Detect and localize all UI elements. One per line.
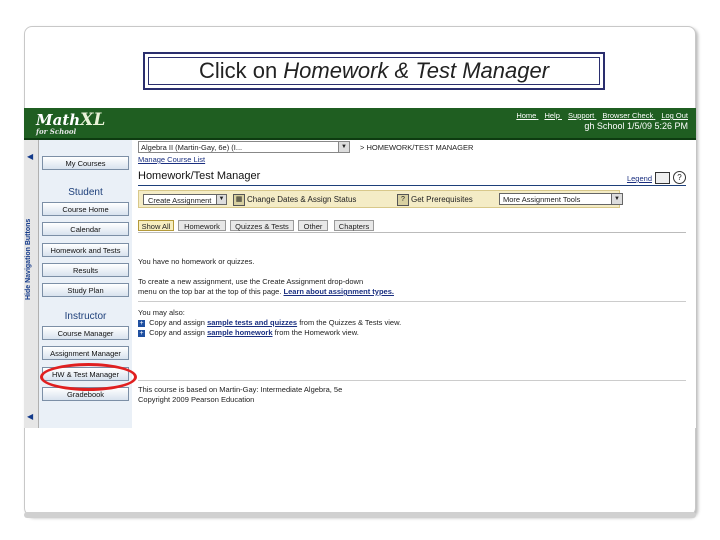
chevron-down-icon[interactable]: ▼ bbox=[216, 195, 226, 204]
footer-divider bbox=[138, 380, 686, 381]
option2-prefix: Copy and assign bbox=[149, 328, 205, 337]
chevron-down-icon[interactable]: ▼ bbox=[611, 194, 622, 204]
top-link-support[interactable]: Support bbox=[568, 111, 594, 120]
tab-quizzes-tests[interactable]: Quizzes & Tests bbox=[230, 220, 294, 231]
mathxl-logo: MathXL for School bbox=[36, 110, 105, 136]
option-sample-homework: + Copy and assign sample homework from t… bbox=[138, 328, 359, 337]
tab-show-all[interactable]: Show All bbox=[138, 220, 174, 231]
create-assignment-label: Create Assignment bbox=[148, 196, 212, 205]
nav-homework-and-tests[interactable]: Homework and Tests bbox=[42, 243, 129, 257]
create-instructions-text: menu on the top bar at the top of this p… bbox=[138, 287, 282, 296]
hide-nav-label[interactable]: Hide Navigation Buttons bbox=[25, 219, 32, 300]
collapse-arrow-bottom-icon[interactable]: ◀ bbox=[27, 412, 33, 421]
top-link-help[interactable]: Help bbox=[544, 111, 559, 120]
course-select[interactable]: Algebra II (Martin-Gay, 6e) (I... ▼ bbox=[138, 141, 350, 153]
legend-link[interactable]: Legend bbox=[627, 174, 652, 183]
tab-divider bbox=[138, 232, 686, 233]
breadcrumb: > HOMEWORK/TEST MANAGER bbox=[360, 143, 474, 152]
top-links: Home Help Support Browser Check Log Out bbox=[510, 111, 688, 120]
highlight-circle bbox=[40, 363, 137, 391]
sample-homework-link[interactable]: sample homework bbox=[207, 328, 272, 337]
more-tools-select[interactable]: More Assignment Tools ▼ bbox=[499, 193, 623, 205]
create-instructions-line2: menu on the top bar at the top of this p… bbox=[138, 287, 394, 296]
section-divider bbox=[138, 301, 686, 302]
print-icon[interactable] bbox=[655, 172, 670, 184]
main-content: Algebra II (Martin-Gay, 6e) (I... ▼ > HO… bbox=[134, 140, 696, 428]
school-datetime: gh School 1/5/09 5:26 PM bbox=[584, 121, 688, 131]
create-instructions-line1: To create a new assignment, use the Crea… bbox=[138, 277, 364, 286]
plus-icon: + bbox=[138, 319, 145, 327]
slide-footer-bar bbox=[24, 512, 696, 518]
top-link-browser-check[interactable]: Browser Check bbox=[602, 111, 653, 120]
assignment-toolbar: Create Assignment ▼ ▦ Change Dates & Ass… bbox=[138, 190, 623, 208]
sample-tests-quizzes-link[interactable]: sample tests and quizzes bbox=[207, 318, 297, 327]
nav-calendar[interactable]: Calendar bbox=[42, 222, 129, 236]
nav-my-courses[interactable]: My Courses bbox=[42, 156, 129, 170]
collapse-arrow-icon[interactable]: ◀ bbox=[27, 152, 33, 161]
instruction-emphasis: Homework & Test Manager bbox=[283, 58, 550, 83]
nav-assignment-manager[interactable]: Assignment Manager bbox=[42, 346, 129, 360]
course-based-on-text: This course is based on Martin-Gay: Inte… bbox=[138, 385, 343, 394]
option1-prefix: Copy and assign bbox=[149, 318, 205, 327]
option2-suffix: from the Homework view. bbox=[274, 328, 359, 337]
you-may-also-text: You may also: bbox=[138, 308, 185, 317]
tab-other[interactable]: Other bbox=[298, 220, 328, 231]
nav-course-manager[interactable]: Course Manager bbox=[42, 326, 129, 340]
mathxl-screenshot: MathXL for School Home Help Support Brow… bbox=[24, 108, 696, 428]
copyright-text: Copyright 2009 Pearson Education bbox=[138, 395, 255, 404]
nav-heading-instructor: Instructor bbox=[64, 311, 107, 322]
no-assignments-text: You have no homework or quizzes. bbox=[138, 257, 255, 266]
help-icon[interactable]: ? bbox=[673, 171, 686, 184]
instruction-prefix: Click on bbox=[198, 58, 284, 83]
option1-suffix: from the Quizzes & Tests view. bbox=[299, 318, 402, 327]
instruction-callout: Click on Homework & Test Manager bbox=[143, 52, 605, 90]
calendar-icon[interactable]: ▦ bbox=[233, 194, 245, 206]
app-header: MathXL for School Home Help Support Brow… bbox=[24, 108, 696, 140]
tab-homework[interactable]: Homework bbox=[178, 220, 226, 231]
option-sample-tests: + Copy and assign sample tests and quizz… bbox=[138, 318, 401, 327]
get-prerequisites-button[interactable]: Get Prerequisites bbox=[411, 195, 473, 204]
prerequisites-icon[interactable]: ? bbox=[397, 194, 409, 206]
manage-course-list-link[interactable]: Manage Course List bbox=[138, 155, 205, 164]
create-assignment-dropdown[interactable]: Create Assignment ▼ bbox=[143, 194, 227, 205]
nav-results[interactable]: Results bbox=[42, 263, 129, 277]
nav-course-home[interactable]: Course Home bbox=[42, 202, 129, 216]
title-divider bbox=[138, 185, 686, 186]
top-link-home[interactable]: Home bbox=[516, 111, 536, 120]
tab-chapters[interactable]: Chapters bbox=[334, 220, 374, 231]
course-select-value: Algebra II (Martin-Gay, 6e) (I... bbox=[141, 143, 243, 152]
instruction-text: Click on Homework & Test Manager bbox=[148, 57, 600, 85]
more-tools-value: More Assignment Tools bbox=[503, 195, 581, 204]
plus-icon: + bbox=[138, 329, 145, 337]
change-dates-button[interactable]: Change Dates & Assign Status bbox=[247, 195, 356, 204]
logo-xl: XL bbox=[80, 110, 106, 130]
top-link-logout[interactable]: Log Out bbox=[661, 111, 688, 120]
chevron-down-icon[interactable]: ▼ bbox=[338, 142, 349, 152]
hide-nav-bar[interactable]: ◀ Hide Navigation Buttons ◀ bbox=[24, 140, 39, 428]
learn-assignment-types-link[interactable]: Learn about assignment types. bbox=[284, 287, 394, 296]
nav-study-plan[interactable]: Study Plan bbox=[42, 283, 129, 297]
nav-heading-student: Student bbox=[68, 187, 103, 198]
page-title: Homework/Test Manager bbox=[138, 170, 261, 182]
